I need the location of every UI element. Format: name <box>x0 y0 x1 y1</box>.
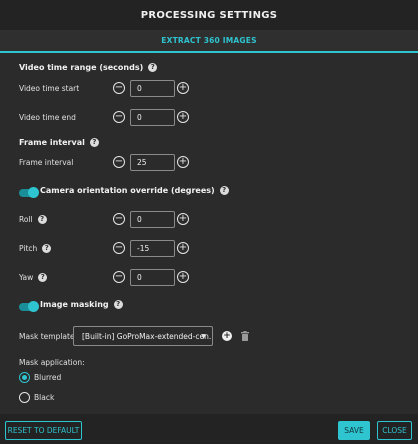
image-masking-title: Image masking ? <box>40 300 123 309</box>
plus-icon: + <box>178 82 188 93</box>
camera-orientation-title: Camera orientation override (degrees) ? <box>40 186 229 195</box>
tab-label: EXTRACT 360 IMAGES <box>161 36 257 45</box>
pitch-decrement-button[interactable]: − <box>113 242 125 254</box>
video-time-end-decrement-button[interactable]: − <box>113 111 125 123</box>
mask-template-label: Mask template: <box>19 332 77 341</box>
radio-blurred[interactable] <box>19 372 30 383</box>
pitch-label: Pitch ? <box>19 244 52 253</box>
roll-increment-button[interactable]: + <box>177 213 189 225</box>
pitch-input[interactable]: -15 <box>130 240 175 257</box>
minus-icon: − <box>114 213 124 224</box>
frame-interval-input[interactable]: 25 <box>130 154 175 171</box>
frame-interval-decrement-button[interactable]: − <box>113 156 125 168</box>
roll-label: Roll ? <box>19 215 47 224</box>
video-time-end-increment-button[interactable]: + <box>177 111 189 123</box>
dialog-title-text: PROCESSING SETTINGS <box>140 9 278 21</box>
pitch-increment-button[interactable]: + <box>177 242 189 254</box>
plus-icon: + <box>178 242 188 253</box>
frame-interval-label-text: Frame interval <box>19 158 74 167</box>
close-button[interactable]: CLOSE <box>377 421 412 440</box>
save-button[interactable]: SAVE <box>338 421 370 440</box>
minus-icon: − <box>114 271 124 282</box>
yaw-input[interactable]: 0 <box>130 269 175 286</box>
caret-down-icon: ▼ <box>201 333 206 340</box>
yaw-increment-button[interactable]: + <box>177 271 189 283</box>
frame-interval-label: Frame interval <box>19 158 73 167</box>
reset-to-default-label: RESET TO DEFAULT <box>7 426 80 435</box>
reset-to-default-button[interactable]: RESET TO DEFAULT <box>5 421 82 440</box>
camera-orientation-toggle[interactable] <box>19 187 39 198</box>
frame-interval-title-text: Frame interval <box>19 138 85 147</box>
video-time-end-value: 0 <box>137 113 142 122</box>
help-icon[interactable]: ? <box>148 63 158 72</box>
pitch-value: -15 <box>137 244 150 253</box>
pitch-label-text: Pitch <box>19 244 38 253</box>
roll-value: 0 <box>137 215 142 224</box>
tab-extract-360-images[interactable]: EXTRACT 360 IMAGES <box>0 30 418 53</box>
help-icon[interactable]: ? <box>89 138 99 147</box>
video-time-range-title: Video time range (seconds) ? <box>19 63 158 72</box>
roll-decrement-button[interactable]: − <box>113 213 125 225</box>
video-time-start-decrement-button[interactable]: − <box>113 82 125 94</box>
frame-interval-title: Frame interval ? <box>19 138 99 147</box>
minus-icon: − <box>114 156 124 167</box>
video-time-range-title-text: Video time range (seconds) <box>19 63 144 72</box>
video-time-end-label-text: Video time end <box>19 113 76 122</box>
video-time-start-input[interactable]: 0 <box>130 80 175 97</box>
radio-blurred-label: Blurred <box>34 373 62 382</box>
image-masking-title-text: Image masking <box>40 300 109 309</box>
dialog-title: PROCESSING SETTINGS <box>0 0 418 30</box>
roll-label-text: Roll <box>19 215 33 224</box>
yaw-label-text: Yaw <box>19 273 34 282</box>
help-icon[interactable]: ? <box>219 186 229 195</box>
help-icon[interactable]: ? <box>42 244 52 253</box>
help-icon[interactable]: ? <box>38 273 48 282</box>
mask-application-label-text: Mask application: <box>19 358 85 367</box>
frame-interval-increment-button[interactable]: + <box>177 156 189 168</box>
camera-orientation-title-text: Camera orientation override (degrees) <box>40 186 215 195</box>
add-filled-icon: + <box>223 330 231 341</box>
minus-icon: − <box>114 111 124 122</box>
add-mask-template-button[interactable]: + <box>222 331 232 341</box>
video-time-end-input[interactable]: 0 <box>130 109 175 126</box>
minus-icon: − <box>114 242 124 253</box>
plus-icon: + <box>178 213 188 224</box>
minus-icon: − <box>114 82 124 93</box>
image-masking-toggle[interactable] <box>19 301 39 312</box>
radio-black-label: Black <box>34 393 55 402</box>
radio-black[interactable] <box>19 392 30 403</box>
plus-icon: + <box>178 271 188 282</box>
plus-icon: + <box>178 111 188 122</box>
yaw-decrement-button[interactable]: − <box>113 271 125 283</box>
mask-application-label: Mask application: <box>19 358 85 367</box>
trash-icon[interactable] <box>241 331 249 341</box>
video-time-start-label: Video time start <box>19 84 79 93</box>
video-time-start-value: 0 <box>137 84 142 93</box>
roll-input[interactable]: 0 <box>130 211 175 228</box>
video-time-start-label-text: Video time start <box>19 84 80 93</box>
mask-template-label-text: Mask template: <box>19 332 78 341</box>
yaw-label: Yaw ? <box>19 273 48 282</box>
plus-icon: + <box>178 156 188 167</box>
frame-interval-value: 25 <box>137 158 147 167</box>
help-icon[interactable]: ? <box>113 300 123 309</box>
mask-template-select[interactable]: [Built-in] GoProMax-extended-cen... ▼ <box>73 326 213 346</box>
video-time-end-label: Video time end <box>19 113 76 122</box>
help-icon[interactable]: ? <box>37 215 47 224</box>
save-label: SAVE <box>344 426 364 435</box>
close-label: CLOSE <box>382 426 407 435</box>
mask-template-value: [Built-in] GoProMax-extended-cen... <box>82 331 213 341</box>
video-time-start-increment-button[interactable]: + <box>177 82 189 94</box>
yaw-value: 0 <box>137 273 142 282</box>
